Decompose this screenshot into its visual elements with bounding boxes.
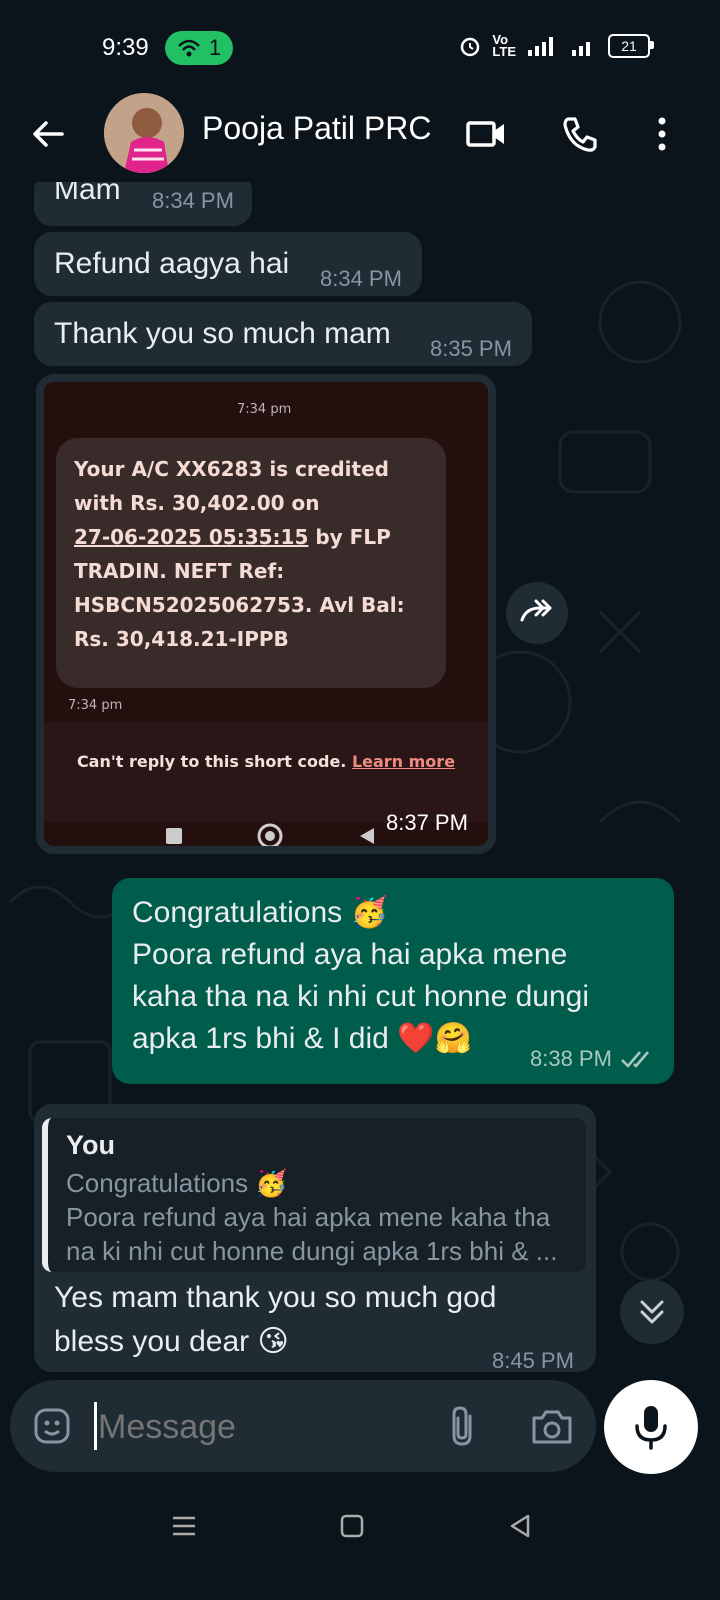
back-nav-icon[interactable] [506, 1512, 534, 1540]
back-arrow-icon[interactable] [28, 114, 68, 154]
learn-more-link: Learn more [351, 752, 456, 771]
message-time: 8:34 PM [320, 266, 402, 291]
signal-4g-icon [528, 37, 553, 56]
voice-message-button[interactable] [604, 1380, 698, 1474]
sms-time-top: 7:34 pm [237, 402, 292, 417]
message-input-bar[interactable] [10, 1380, 596, 1472]
chat-area[interactable]: Mam 8:34 PM Refund aagya hai 8:34 PM Tha… [0, 182, 720, 1410]
message-text: Mam [54, 182, 121, 206]
alarm-icon [461, 37, 480, 57]
message-line: kaha tha na ki nhi cut honne dungi [132, 980, 590, 1013]
sms-bubble: Your A/C XX6283 is credited with Rs. 30,… [56, 438, 446, 688]
incoming-message[interactable]: Thank you so much mam 8:35 PM [34, 302, 532, 366]
read-ticks-icon [621, 1051, 649, 1068]
chat-header: Pooja Patil PRC [0, 92, 720, 182]
phone-nav-icons [166, 823, 374, 846]
hotspot-icon [178, 39, 200, 57]
sms-time-bottom: 7:34 pm [68, 698, 123, 713]
system-navigation-bar [0, 1490, 720, 1600]
outgoing-message[interactable]: Congratulations 🥳 Poora refund aya hai a… [112, 878, 674, 1084]
hotspot-count: 1 [208, 35, 222, 60]
forward-icon [520, 599, 552, 622]
emoji-sticker-icon[interactable] [30, 1404, 74, 1448]
message-time: 8:34 PM [152, 188, 234, 213]
status-bar: 9:39 1 Vo LTE 21 [0, 0, 720, 92]
message-line: apka 1rs bhi & I did ❤️🤗 [132, 1022, 472, 1055]
microphone-icon [635, 1406, 667, 1450]
message-time: 8:35 PM [430, 336, 512, 361]
quote-line: Poora refund aya hai apka mene kaha tha [66, 1201, 551, 1232]
message-text: Refund aagya hai [54, 247, 290, 280]
status-icons: Vo LTE 21 [458, 32, 654, 59]
hotspot-indicator[interactable]: 1 [165, 31, 233, 65]
forward-button[interactable] [506, 582, 568, 644]
incoming-message[interactable]: Refund aagya hai 8:34 PM [34, 232, 422, 296]
home-icon[interactable] [338, 1512, 366, 1540]
camera-icon[interactable] [528, 1404, 576, 1448]
contact-name[interactable]: Pooja Patil PRC [202, 110, 431, 147]
signal-icon [572, 42, 590, 56]
quote-author: You [66, 1130, 115, 1160]
video-call-icon[interactable] [464, 112, 508, 156]
incoming-message[interactable]: Mam 8:34 PM [34, 182, 252, 226]
quote-line: na ki nhi cut honne dungi apka 1rs bhi &… [66, 1235, 558, 1266]
battery-icon: 21 [608, 34, 654, 58]
quote-line: Congratulations 🥳 [66, 1168, 288, 1198]
message-time: 8:38 PM [530, 1046, 612, 1071]
message-line: Yes mam thank you so much god [54, 1281, 497, 1314]
message-time: 8:37 PM [386, 810, 468, 835]
volte-icon: Vo LTE [492, 32, 516, 59]
chevron-double-down-icon [640, 1300, 664, 1324]
quoted-message[interactable]: You Congratulations 🥳 Poora refund aya h… [42, 1118, 586, 1272]
image-message[interactable]: 7:34 pm Your A/C XX6283 is credited with… [36, 374, 496, 854]
scroll-down-button[interactable] [620, 1280, 684, 1344]
recents-icon[interactable] [170, 1512, 198, 1540]
message-text: Thank you so much mam [54, 317, 391, 350]
more-options-icon[interactable] [640, 112, 684, 156]
cant-reply-bar: Can't reply to this short code. Learn mo… [44, 722, 488, 822]
message-line: Poora refund aya hai apka mene [132, 938, 568, 971]
message-line: bless you dear 😘 [54, 1325, 289, 1358]
attach-icon[interactable] [440, 1402, 484, 1450]
voice-call-icon[interactable] [558, 112, 602, 156]
message-line: Congratulations 🥳 [132, 896, 388, 929]
message-time: 8:45 PM [492, 1348, 574, 1373]
contact-avatar[interactable] [104, 93, 184, 173]
message-input[interactable] [96, 1398, 430, 1456]
status-time: 9:39 [102, 34, 149, 61]
